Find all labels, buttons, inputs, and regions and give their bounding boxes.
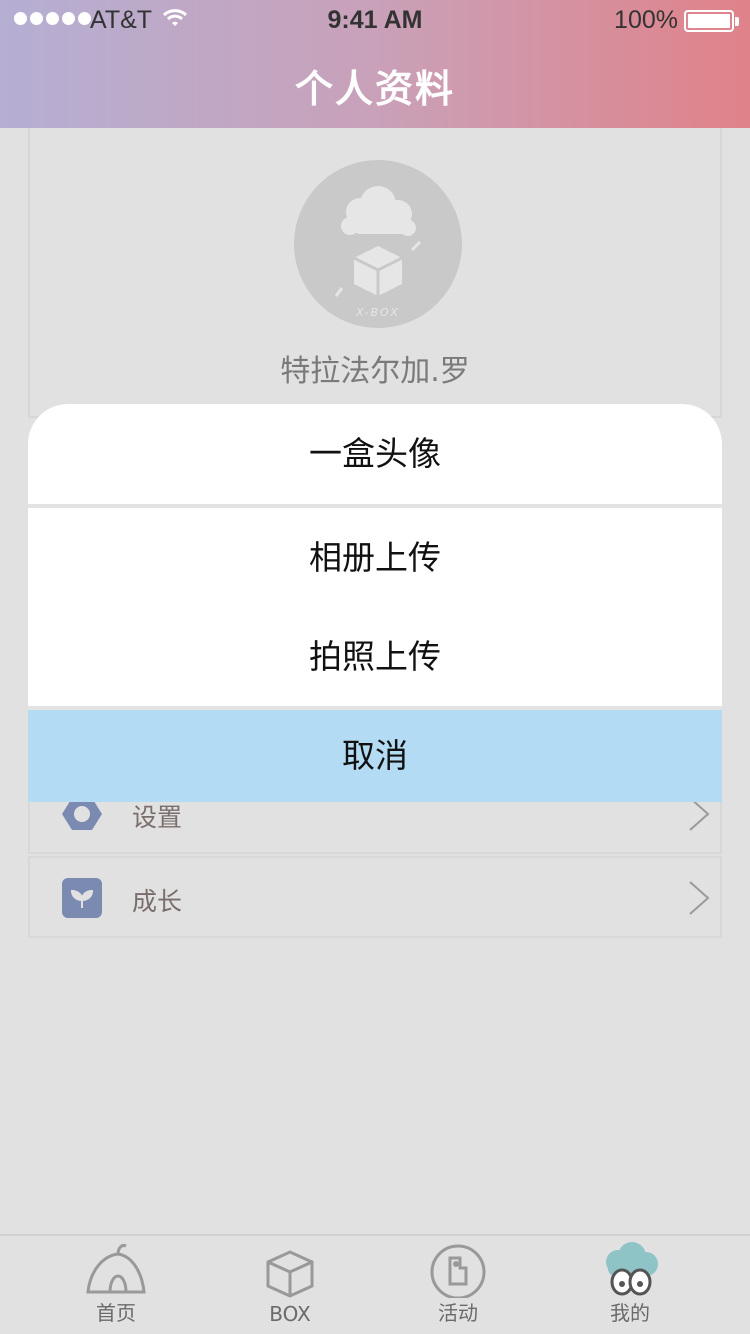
box-icon	[266, 1250, 314, 1298]
chevron-right-icon	[689, 881, 710, 915]
tab-home[interactable]: 首页	[56, 1242, 176, 1334]
menu-item-label: 成长	[132, 887, 183, 916]
option-box-avatar[interactable]: 一盒头像	[28, 404, 722, 504]
tab-bar: 首页 BOX 活动 我的	[0, 1234, 750, 1334]
xbox-logo-icon: X-BOX	[334, 186, 422, 319]
avatar-caption: X-BOX	[355, 306, 400, 319]
page-title: 个人资料	[294, 67, 455, 111]
tab-activity[interactable]: 活动	[398, 1242, 518, 1334]
username: 特拉法尔加.罗	[280, 354, 470, 389]
cancel-button[interactable]: 取消	[28, 710, 722, 802]
tab-label: 首页	[96, 1301, 136, 1325]
tab-label: 我的	[610, 1301, 650, 1325]
tab-box[interactable]: BOX	[230, 1242, 350, 1334]
house-tent-icon	[86, 1244, 146, 1294]
menu-item-growth[interactable]: 成长	[28, 856, 722, 938]
avatar[interactable]: X-BOX	[294, 160, 462, 328]
sprout-icon	[62, 878, 102, 918]
battery-percent: 100%	[614, 6, 678, 34]
tab-mine[interactable]: 我的	[570, 1242, 690, 1334]
nav-header: AT&T 9:41 AM 100% 个人资料	[0, 0, 750, 128]
activity-icon	[430, 1244, 486, 1298]
profile-card: X-BOX 特拉法尔加.罗	[28, 128, 722, 418]
option-camera-upload[interactable]: 拍照上传	[28, 608, 722, 706]
avatar-action-sheet: 一盒头像 相册上传 拍照上传 取消	[28, 404, 722, 802]
option-album-upload[interactable]: 相册上传	[28, 508, 722, 608]
cloud-eyes-icon	[606, 1242, 658, 1296]
battery-icon	[684, 10, 739, 32]
menu-item-label: 设置	[132, 803, 183, 832]
tab-label: 活动	[438, 1301, 478, 1325]
tab-label: BOX	[269, 1302, 311, 1326]
